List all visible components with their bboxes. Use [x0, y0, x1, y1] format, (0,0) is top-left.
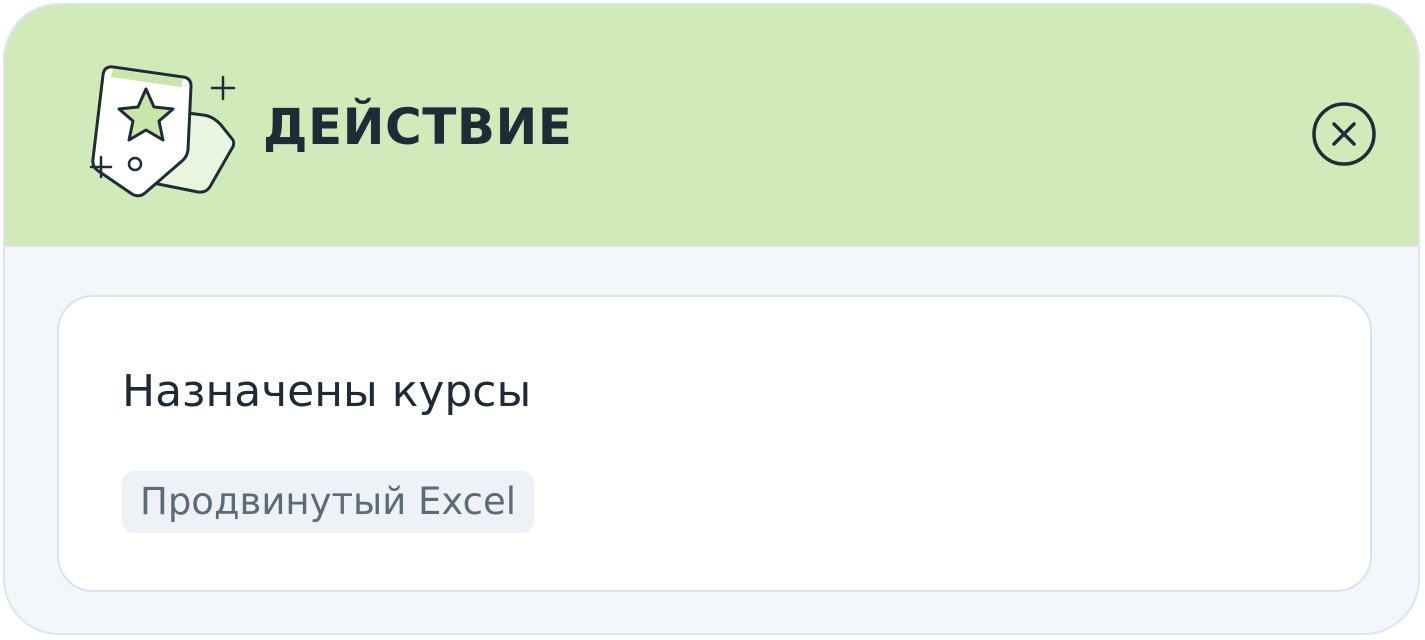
course-tag: Продвинутый Excel — [122, 471, 535, 533]
close-icon[interactable] — [1310, 100, 1378, 168]
action-card: ДЕЙСТВИЕ Назначены курсы Продвинутый Exc… — [3, 3, 1420, 635]
assigned-courses-title: Назначены курсы — [122, 366, 532, 417]
content-panel: Назначены курсы Продвинутый Excel — [57, 295, 1372, 592]
header-title: ДЕЙСТВИЕ — [263, 98, 573, 156]
card-header: ДЕЙСТВИЕ — [5, 5, 1418, 247]
price-tag-star-icon — [89, 65, 236, 198]
